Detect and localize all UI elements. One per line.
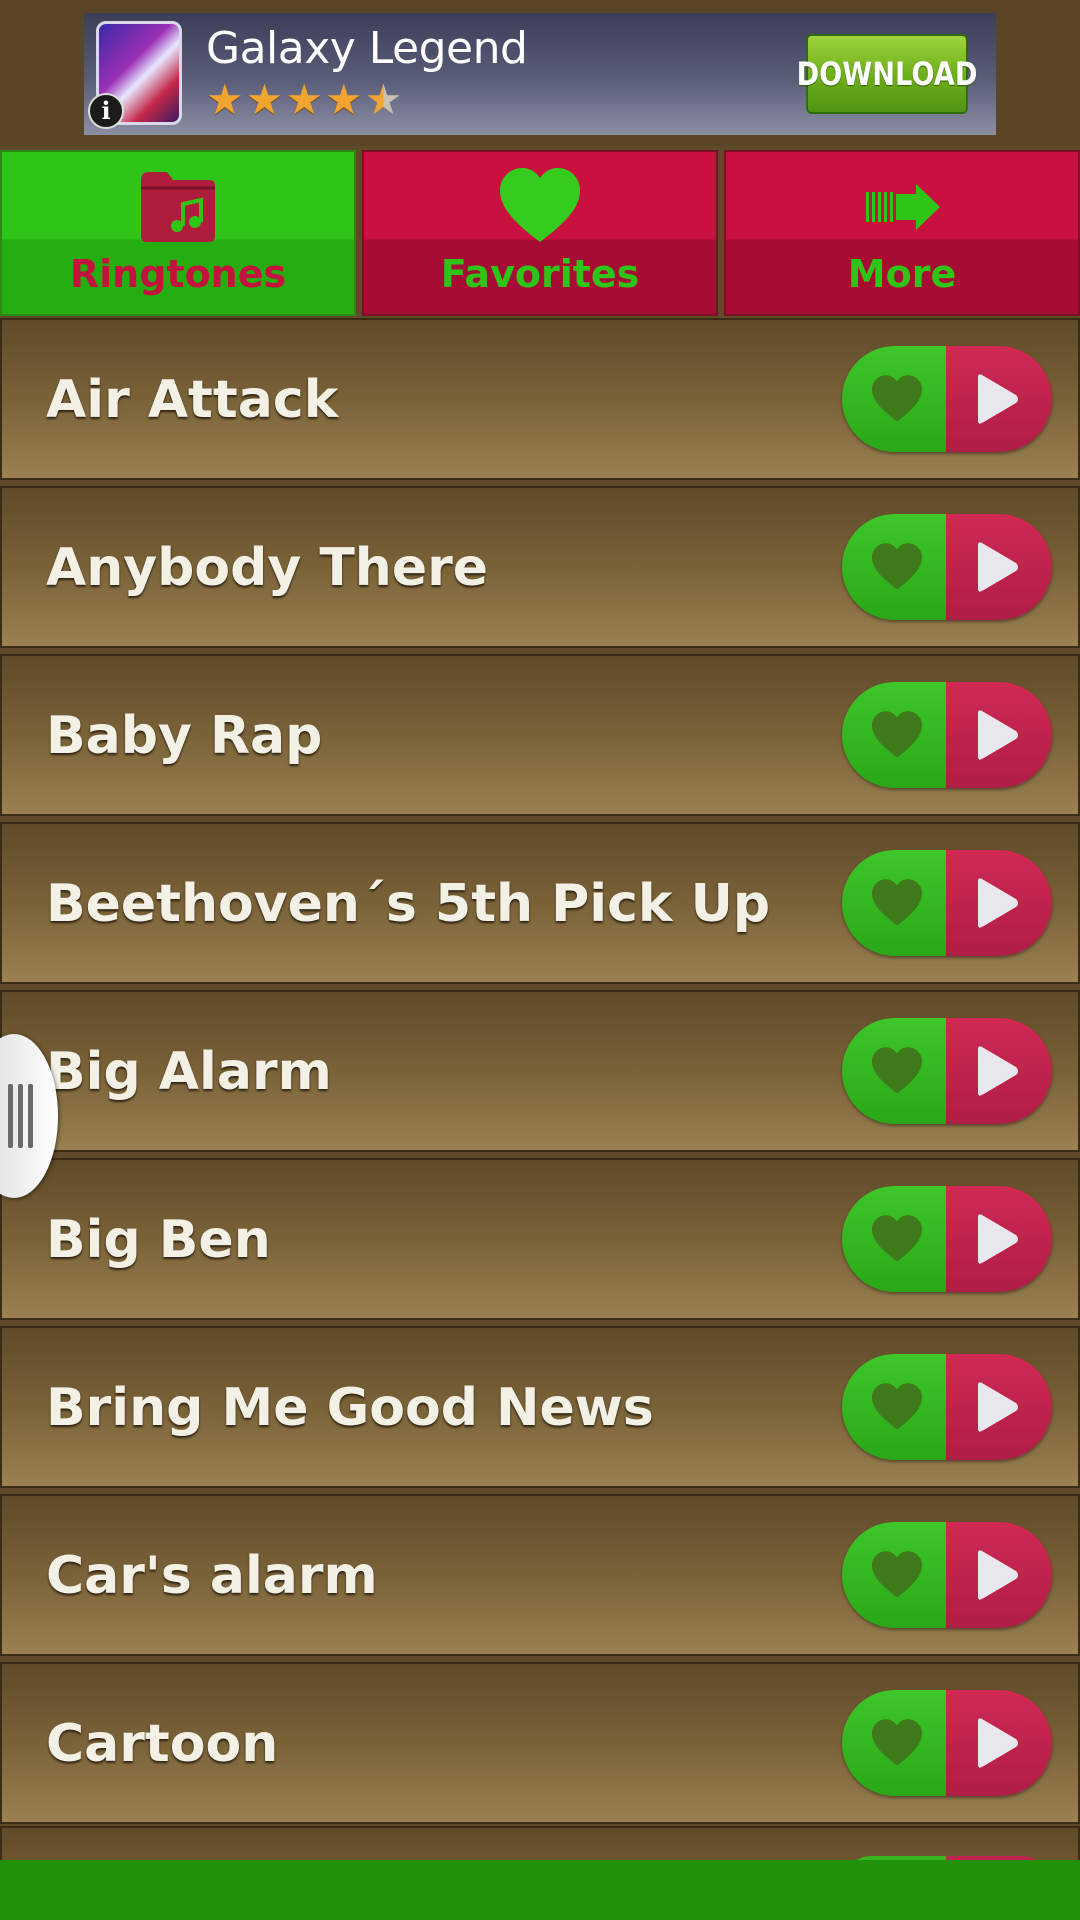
ringtone-row[interactable]: Baby Rap [0, 654, 1080, 816]
play-icon [978, 374, 1018, 424]
play-button[interactable] [946, 1522, 1052, 1628]
ringtone-title: Bring Me Good News [46, 1378, 654, 1438]
arrow-right-icon [866, 184, 940, 230]
ringtone-row[interactable]: Cartoon [0, 1662, 1080, 1824]
heart-icon [500, 168, 580, 242]
heart-icon [872, 375, 922, 422]
ringtone-row[interactable]: Big Ben [0, 1158, 1080, 1320]
play-button[interactable] [946, 1186, 1052, 1292]
favorite-button[interactable] [842, 514, 946, 620]
play-button[interactable] [946, 1354, 1052, 1460]
play-button[interactable] [946, 1018, 1052, 1124]
play-icon [978, 710, 1018, 760]
ringtone-title: Cartoon [46, 1714, 279, 1774]
download-button[interactable]: DOWNLOAD [797, 34, 977, 114]
row-buttons [842, 1186, 1052, 1292]
row-buttons [842, 850, 1052, 956]
play-button[interactable] [946, 850, 1052, 956]
ringtone-title: Anybody There [46, 538, 488, 598]
ad-banner[interactable]: i Galaxy Legend ★ ★ ★ ★ ★ DOWNLOAD [84, 13, 996, 135]
tab-more[interactable]: More [724, 150, 1080, 316]
ad-rating: ★ ★ ★ ★ ★ [206, 79, 402, 121]
ringtone-title: Big Alarm [46, 1042, 332, 1102]
ringtone-list: Air Attack Anybody There Baby Rap Beethoven… [0, 318, 1080, 1830]
tab-label: Favorites [440, 252, 640, 296]
tab-favorites[interactable]: Favorites [362, 150, 718, 316]
ringtone-title: Baby Rap [46, 706, 323, 766]
heart-icon [872, 1215, 922, 1262]
favorite-button[interactable] [842, 346, 946, 452]
tab-label: Ringtones [69, 252, 287, 296]
favorite-button[interactable] [842, 682, 946, 788]
heart-icon [872, 1383, 922, 1430]
music-folder-icon [141, 172, 215, 242]
ad-title: Galaxy Legend [206, 23, 528, 74]
ringtone-title: Big Ben [46, 1210, 271, 1270]
heart-icon [872, 543, 922, 590]
favorite-button[interactable] [842, 1690, 946, 1796]
row-buttons [842, 1018, 1052, 1124]
ringtone-row[interactable]: Air Attack [0, 318, 1080, 480]
play-button[interactable] [946, 346, 1052, 452]
ringtone-row[interactable]: Car's alarm [0, 1494, 1080, 1656]
heart-icon [872, 711, 922, 758]
info-icon[interactable]: i [88, 93, 124, 129]
ringtone-row[interactable]: Beethoven´s 5th Pick Up [0, 822, 1080, 984]
bottom-bar [0, 1860, 1080, 1920]
play-icon [978, 542, 1018, 592]
tab-ringtones[interactable]: Ringtones [0, 150, 356, 316]
play-icon [978, 878, 1018, 928]
row-buttons [842, 346, 1052, 452]
play-button[interactable] [946, 1690, 1052, 1796]
heart-icon [872, 879, 922, 926]
play-button[interactable] [946, 514, 1052, 620]
row-buttons [842, 514, 1052, 620]
tab-bar: Ringtones Favorites More [0, 150, 1080, 316]
favorite-button[interactable] [842, 1018, 946, 1124]
favorite-button[interactable] [842, 850, 946, 956]
ringtone-title: Car's alarm [46, 1546, 378, 1606]
star-icon: ★ [324, 76, 363, 123]
star-icon: ★ [245, 76, 284, 123]
play-icon [978, 1382, 1018, 1432]
ringtone-row[interactable]: Big Alarm [0, 990, 1080, 1152]
ringtone-title: Air Attack [46, 370, 339, 430]
play-icon [978, 1550, 1018, 1600]
favorite-button[interactable] [842, 1354, 946, 1460]
favorite-button[interactable] [842, 1522, 946, 1628]
ringtone-row[interactable]: Anybody There [0, 486, 1080, 648]
ad-area: i Galaxy Legend ★ ★ ★ ★ ★ DOWNLOAD [0, 0, 1080, 146]
tab-label: More [847, 252, 957, 296]
play-icon [978, 1718, 1018, 1768]
half-star-icon: ★ [364, 76, 403, 123]
heart-icon [872, 1047, 922, 1094]
heart-icon [872, 1719, 922, 1766]
ringtone-title: Beethoven´s 5th Pick Up [46, 874, 771, 934]
heart-icon [872, 1551, 922, 1598]
play-icon [978, 1214, 1018, 1264]
star-icon: ★ [285, 76, 323, 123]
play-icon [978, 1046, 1018, 1096]
play-button[interactable] [946, 682, 1052, 788]
row-buttons [842, 1354, 1052, 1460]
row-buttons [842, 1690, 1052, 1796]
star-icon: ★ [206, 76, 244, 123]
ringtone-row[interactable]: Bring Me Good News [0, 1326, 1080, 1488]
row-buttons [842, 1522, 1052, 1628]
row-buttons [842, 682, 1052, 788]
favorite-button[interactable] [842, 1186, 946, 1292]
